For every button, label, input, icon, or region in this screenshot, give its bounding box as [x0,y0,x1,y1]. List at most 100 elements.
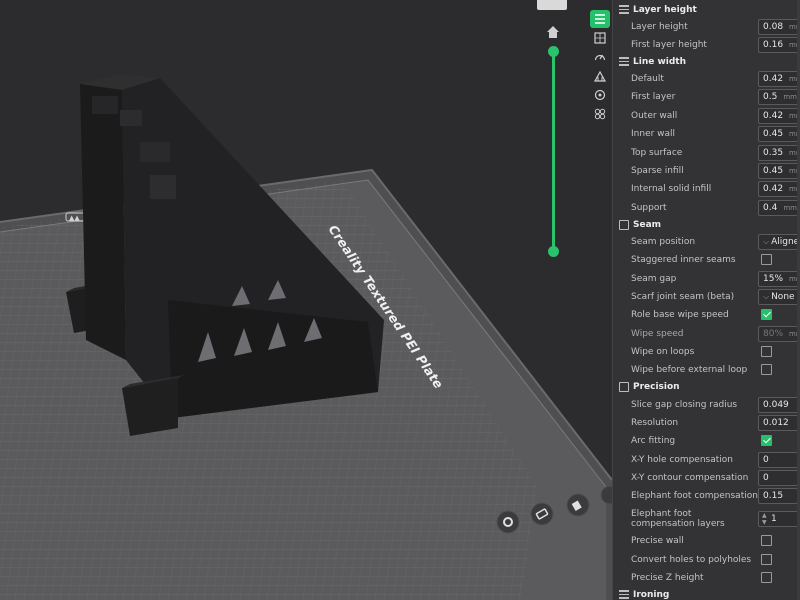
wipe-on-loops-checkbox[interactable] [761,346,772,357]
chevron-down-icon: ⌵ [763,292,770,301]
first-layer-width-input[interactable]: 0.5 mm [758,89,800,105]
3d-viewport[interactable]: ▲▲ Creality Textured PEI Plate [0,0,612,600]
setting-default-width: Default 0.42mm [613,70,800,88]
setting-support-width: Support 0.4 mm [613,199,800,217]
plate-icon[interactable] [590,29,610,47]
section-title: Layer height [633,5,697,15]
section-line-width[interactable]: Line width [613,53,800,71]
elephant-foot-layers-stepper[interactable]: ▲ ▼ 1 [758,511,800,527]
wipe-speed-input[interactable]: 80%mm/s [758,326,800,342]
process-list-icon[interactable] [590,10,610,28]
line-width-icon [619,57,629,67]
paint-icon[interactable] [566,493,590,517]
xy-contour-compensation-input[interactable]: 0 [758,470,800,486]
setting-xy-contour-compensation: X-Y contour compensation 0 [613,469,800,487]
support-icon[interactable] [590,67,610,85]
setting-layer-height: Layer height 0.08mm [613,18,800,36]
setting-seam-position: Seam position ⌵Aligned [613,233,800,251]
setting-label: Convert holes to polyholes [631,555,752,565]
setting-label: Slice gap closing radius [631,400,738,410]
setting-label: Elephant foot compensation [631,491,758,501]
staggered-inner-seams-checkbox[interactable] [761,254,772,265]
settings-icon[interactable] [496,510,520,534]
section-title: Line width [633,57,687,67]
setting-outer-wall-width: Outer wall 0.42mm [613,107,800,125]
top-surface-width-input[interactable]: 0.35mm [758,145,800,161]
setting-wipe-on-loops: Wipe on loops [613,343,800,361]
setting-label: Wipe on loops [631,347,695,357]
layer-slider-track[interactable] [552,52,555,251]
setting-internal-solid-infill-width: Internal solid infill 0.42mm [613,180,800,198]
setting-label: Support [631,203,667,213]
setting-sparse-infill-width: Sparse infill 0.45mm [613,162,800,180]
internal-solid-infill-width-input[interactable]: 0.42mm [758,181,800,197]
setting-first-layer-width: First layer 0.5 mm [613,88,800,106]
section-title: Ironing [633,590,670,600]
setting-xy-hole-compensation: X-Y hole compensation 0 [613,451,800,469]
layer-height-input[interactable]: 0.08mm [758,19,800,35]
slice-gap-closing-radius-input[interactable]: 0.049 [758,397,800,413]
seam-icon [619,220,629,230]
setting-label: Sparse infill [631,166,684,176]
setting-label: Staggered inner seams [631,255,736,265]
setting-convert-holes: Convert holes to polyholes [613,551,800,569]
others-icon[interactable] [590,105,610,123]
section-seam[interactable]: Seam [613,216,800,234]
setting-wipe-before-external-loop: Wipe before external loop [613,361,800,379]
home-icon[interactable] [545,24,561,40]
build-plate-scene: ▲▲ [0,74,612,600]
setting-precise-z-height: Precise Z height [613,569,800,587]
setting-label: Top surface [631,148,683,158]
ironing-icon [619,590,629,600]
setting-label: Internal solid infill [631,184,712,194]
erase-icon[interactable] [530,502,554,526]
setting-label: Wipe speed [631,329,684,339]
arc-fitting-checkbox[interactable] [761,435,772,446]
section-ironing[interactable]: Ironing [613,586,800,600]
scarf-joint-seam-select[interactable]: ⌵ None [758,289,800,305]
setting-top-surface-width: Top surface 0.35mm [613,144,800,162]
setting-label: Wipe before external loop [631,365,748,375]
seam-gap-input[interactable]: 15%mm [758,271,800,287]
setting-resolution: Resolution 0.012 [613,414,800,432]
elephant-foot-compensation-input[interactable]: 0.15 [758,488,800,504]
setting-label: Arc fitting [631,436,676,446]
wipe-before-external-loop-checkbox[interactable] [761,364,772,375]
setting-elephant-foot-compensation: Elephant foot compensation 0.15 [613,487,800,505]
setting-label: X-Y hole compensation [631,455,733,465]
layer-slider-bottom-handle[interactable] [548,246,559,257]
setting-label: Elephant foot compensation layers [631,509,725,529]
resolution-input[interactable]: 0.012 [758,415,800,431]
sparse-infill-width-input[interactable]: 0.45mm [758,163,800,179]
section-precision[interactable]: Precision [613,378,800,396]
setting-role-base-wipe-speed: Role base wipe speed [613,306,800,324]
section-layer-height[interactable]: Layer height [613,1,800,19]
precision-icon [619,382,629,392]
outer-wall-width-input[interactable]: 0.42mm [758,108,800,124]
precise-wall-checkbox[interactable] [761,535,772,546]
inner-wall-width-input[interactable]: 0.45mm [758,126,800,142]
setting-staggered-inner-seams: Staggered inner seams [613,251,800,269]
category-icon-strip [590,10,612,130]
setting-elephant-foot-layers: Elephant foot compensation layers ▲ ▼ 1 [613,507,800,531]
setting-label: Inner wall [631,129,676,139]
speed-icon[interactable] [590,48,610,66]
support-width-input[interactable]: 0.4 mm [758,200,800,216]
precise-z-height-checkbox[interactable] [761,572,772,583]
convert-holes-checkbox[interactable] [761,554,772,565]
role-base-wipe-speed-checkbox[interactable] [761,309,772,320]
setting-inner-wall-width: Inner wall 0.45mm [613,125,800,143]
first-layer-height-input[interactable]: 0.16mm [758,37,800,53]
view-cube[interactable] [537,0,567,10]
setting-label: Precise Z height [631,573,704,583]
multimaterial-icon[interactable] [590,86,610,104]
setting-label: Scarf joint seam (beta) [631,292,735,302]
setting-precise-wall: Precise wall [613,532,800,550]
process-settings-panel[interactable]: Layer height Layer height 0.08mm First l… [612,0,800,600]
seam-position-select[interactable]: ⌵Aligned [758,234,800,250]
setting-label: Precise wall [631,536,684,546]
xy-hole-compensation-input[interactable]: 0 [758,452,800,468]
default-width-input[interactable]: 0.42mm [758,71,800,87]
setting-wipe-speed: Wipe speed 80%mm/s [613,325,800,343]
layer-slider-top-handle[interactable] [548,46,559,57]
